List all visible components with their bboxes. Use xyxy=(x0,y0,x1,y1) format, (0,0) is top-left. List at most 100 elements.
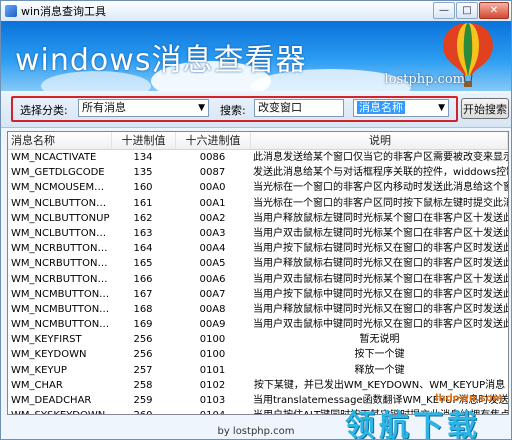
table-row[interactable]: WM_DEADCHAR 259 0103 当用translatemessage函数翻译… xyxy=(8,393,508,408)
table-row[interactable]: WM_KEYDOWN 256 0100 按下一个键 xyxy=(8,347,508,362)
table-row[interactable]: WM_NCRBUTTON… 164 00A4 当用户按下鼠标右键同时光标又在窗口的非客… xyxy=(8,241,508,256)
decimal-value-cell: 163 xyxy=(133,227,153,239)
description-cell: 发送此消息给某个与对话框程序关联的控件，widdows控制… xyxy=(253,167,508,179)
column-header-name[interactable]: 消息名称 xyxy=(8,132,112,149)
start-search-button[interactable]: 开始搜索 xyxy=(461,98,509,119)
hex-value-cell: 0087 xyxy=(199,167,226,179)
app-icon xyxy=(5,5,17,17)
minimize-button[interactable]: — xyxy=(433,2,455,19)
hex-value-cell: 00A0 xyxy=(199,182,226,194)
window-controls: — □ ✕ xyxy=(433,2,509,19)
description-cell: 当用户按下鼠标右键同时光标又在窗口的非客户区时发送此… xyxy=(253,243,508,255)
table-row[interactable]: WM_NCRBUTTON… 165 00A5 当用户释放鼠标右键同时光标又在窗口的非客… xyxy=(8,256,508,271)
hex-value-cell: 0104 xyxy=(176,408,251,414)
window-title: win消息查询工具 xyxy=(21,5,107,18)
field-select-value: 消息名称 xyxy=(357,101,405,114)
decimal-value-cell: 160 xyxy=(133,182,153,194)
search-input[interactable]: 改变窗口 xyxy=(254,99,344,117)
banner-site: lostphp.com xyxy=(384,72,465,87)
category-select-value: 所有消息 xyxy=(82,101,126,114)
banner-title: windows消息查看器 xyxy=(15,43,307,78)
hex-value-cell: 0102 xyxy=(199,379,226,391)
decimal-value-cell: 135 xyxy=(133,167,153,179)
maximize-button[interactable]: □ xyxy=(456,2,478,19)
message-name-cell: WM_NCMBUTTON… xyxy=(11,303,110,315)
table-row[interactable]: WM_KEYUP 257 0101 释放一个键 xyxy=(8,363,508,378)
column-header-decimal[interactable]: 十进制值 xyxy=(112,132,176,149)
hex-value-cell: 00A3 xyxy=(199,227,226,239)
close-button[interactable]: ✕ xyxy=(479,2,509,19)
table-row[interactable]: WM_CHAR 258 0102 按下某键，并已发出WM_KEYDOWN、WM_KEY… xyxy=(8,378,508,393)
description-cell: 当用户按住ALT键同时按下其它键时提交此消息给拥有焦点的… xyxy=(251,408,508,414)
description-cell: 当用户按下鼠标中键同时光标又在窗口的非客户区时发送此… xyxy=(253,288,508,300)
dropdown-arrow-icon: ▼ xyxy=(438,103,445,113)
category-label: 选择分类: xyxy=(20,104,68,117)
decimal-value-cell: 168 xyxy=(133,303,153,315)
table-row[interactable]: WM_KEYFIRST 256 0100 暂无说明 xyxy=(8,332,508,347)
message-name-cell: WM_SYSKEYDOWN xyxy=(8,408,112,414)
hex-value-cell: 0086 xyxy=(199,152,226,163)
table-row[interactable]: WM_SYSKEYDOWN2600104当用户按住ALT键同时按下其它键时提交此… xyxy=(8,408,508,414)
column-header-description[interactable]: 说明 xyxy=(251,132,508,149)
message-name-cell: WM_NCRBUTTON… xyxy=(11,243,108,255)
message-name-cell: WM_KEYDOWN xyxy=(11,349,87,361)
column-header-hex[interactable]: 十六进制值 xyxy=(176,132,251,149)
decimal-value-cell: 260 xyxy=(112,408,176,414)
message-name-cell: WM_NCLBUTTONUP xyxy=(11,212,110,224)
decimal-value-cell: 162 xyxy=(133,212,153,224)
search-toolbar: 选择分类: 所有消息 ▼ 搜索: 改变窗口 消息名称 ▼ 开始搜索 xyxy=(1,93,511,128)
message-name-cell: WM_NCRBUTTON… xyxy=(11,273,108,285)
table-row[interactable]: WM_NCLBUTTONUP 162 00A2 当用户释放鼠标左键同时光标某个窗口在非… xyxy=(8,211,508,226)
hex-value-cell: 00A1 xyxy=(199,197,226,209)
table-row[interactable]: WM_NCMBUTTON… 169 00A9 当用户双击鼠标中键同时光标又在窗口的非客… xyxy=(8,317,508,332)
table-body: WM_NCACTIVATE 134 0086 此消息发送给某个窗口仅当它的非客户区需要… xyxy=(8,150,508,414)
table-row[interactable]: WM_NCLBUTTON… 161 00A1 当光标在一个窗口的非客户区同时按下鼠标左… xyxy=(8,196,508,211)
hex-value-cell: 00A9 xyxy=(199,319,226,331)
message-name-cell: WM_NCMOUSEM… xyxy=(11,182,105,194)
title-bar[interactable]: win消息查询工具 — □ ✕ xyxy=(1,1,511,21)
header-banner: windows消息查看器 lostphp.com xyxy=(1,21,511,91)
table-row[interactable]: WM_NCRBUTTON… 166 00A6 当用户双击鼠标右键同时光标某个窗口在非客… xyxy=(8,272,508,287)
description-cell: 当用户双击鼠标右键同时光标某个窗口在非客户区十发送此… xyxy=(253,273,508,285)
table-row[interactable]: WM_GETDLGCODE 135 0087 发送此消息给某个与对话框程序关联的控件，… xyxy=(8,165,508,180)
description-cell: 暂无说明 xyxy=(359,334,400,346)
decimal-value-cell: 256 xyxy=(133,334,153,346)
table-row[interactable]: WM_NCMOUSEM… 160 00A0 当光标在一个窗口的非客户区内移动时发送此消… xyxy=(8,180,508,195)
table-header: 消息名称 十进制值 十六进制值 说明 xyxy=(8,132,508,150)
category-select[interactable]: 所有消息 ▼ xyxy=(78,99,209,117)
description-cell: 当用translatemessage函数翻译WM_KEYUP消息时发送此消… xyxy=(253,395,508,406)
table-row[interactable]: WM_NCLBUTTON… 163 00A3 当用户双击鼠标左键同时光标某个窗口在非客… xyxy=(8,226,508,241)
search-input-value: 改变窗口 xyxy=(258,101,302,114)
description-cell: 当光标在一个窗口的非客户区内移动时发送此消息给这个窗… xyxy=(253,182,508,194)
hex-value-cell: 00A5 xyxy=(199,258,226,270)
hex-value-cell: 00A7 xyxy=(199,288,226,300)
message-name-cell: WM_NCMBUTTON… xyxy=(11,319,110,331)
message-name-cell: WM_KEYFIRST xyxy=(11,334,82,346)
description-cell: 当光标在一个窗口的非客户区同时按下鼠标左键时提交此消息 xyxy=(253,197,508,209)
field-select[interactable]: 消息名称 ▼ xyxy=(353,99,449,117)
hex-value-cell: 0100 xyxy=(199,334,226,346)
hex-value-cell: 0103 xyxy=(199,395,226,406)
hex-value-cell: 00A4 xyxy=(199,243,226,255)
table-row[interactable]: WM_NCACTIVATE 134 0086 此消息发送给某个窗口仅当它的非客户区需要… xyxy=(8,150,508,165)
hex-value-cell: 00A2 xyxy=(199,212,226,224)
message-name-cell: WM_NCMBUTTON… xyxy=(11,288,110,300)
description-cell: 当用户双击鼠标中键同时光标又在窗口的非客户区时发送此… xyxy=(253,319,508,331)
description-cell: 按下某键，并已发出WM_KEYDOWN、WM_KEYUP消息 xyxy=(253,379,506,391)
hex-value-cell: 0101 xyxy=(199,364,226,376)
table-row[interactable]: WM_NCMBUTTON… 168 00A8 当用户释放鼠标中键同时光标又在窗口的非客… xyxy=(8,302,508,317)
message-name-cell: WM_NCACTIVATE xyxy=(11,152,97,163)
decimal-value-cell: 164 xyxy=(133,243,153,255)
message-name-cell: WM_KEYUP xyxy=(11,364,67,376)
table-row[interactable]: WM_NCMBUTTON… 167 00A7 当用户按下鼠标中键同时光标又在窗口的非客… xyxy=(8,287,508,302)
message-table[interactable]: 消息名称 十进制值 十六进制值 说明 WM_NCACTIVATE 134 0086 此… xyxy=(7,131,509,415)
description-cell: 当用户双击鼠标左键同时光标某个窗口在非客户区十发送此… xyxy=(253,227,508,239)
decimal-value-cell: 257 xyxy=(133,364,153,376)
decimal-value-cell: 165 xyxy=(133,258,153,270)
description-cell: 按下一个键 xyxy=(354,349,405,361)
decimal-value-cell: 256 xyxy=(133,349,153,361)
decimal-value-cell: 259 xyxy=(133,395,153,406)
decimal-value-cell: 166 xyxy=(133,273,153,285)
decimal-value-cell: 169 xyxy=(133,319,153,331)
decimal-value-cell: 161 xyxy=(133,197,153,209)
